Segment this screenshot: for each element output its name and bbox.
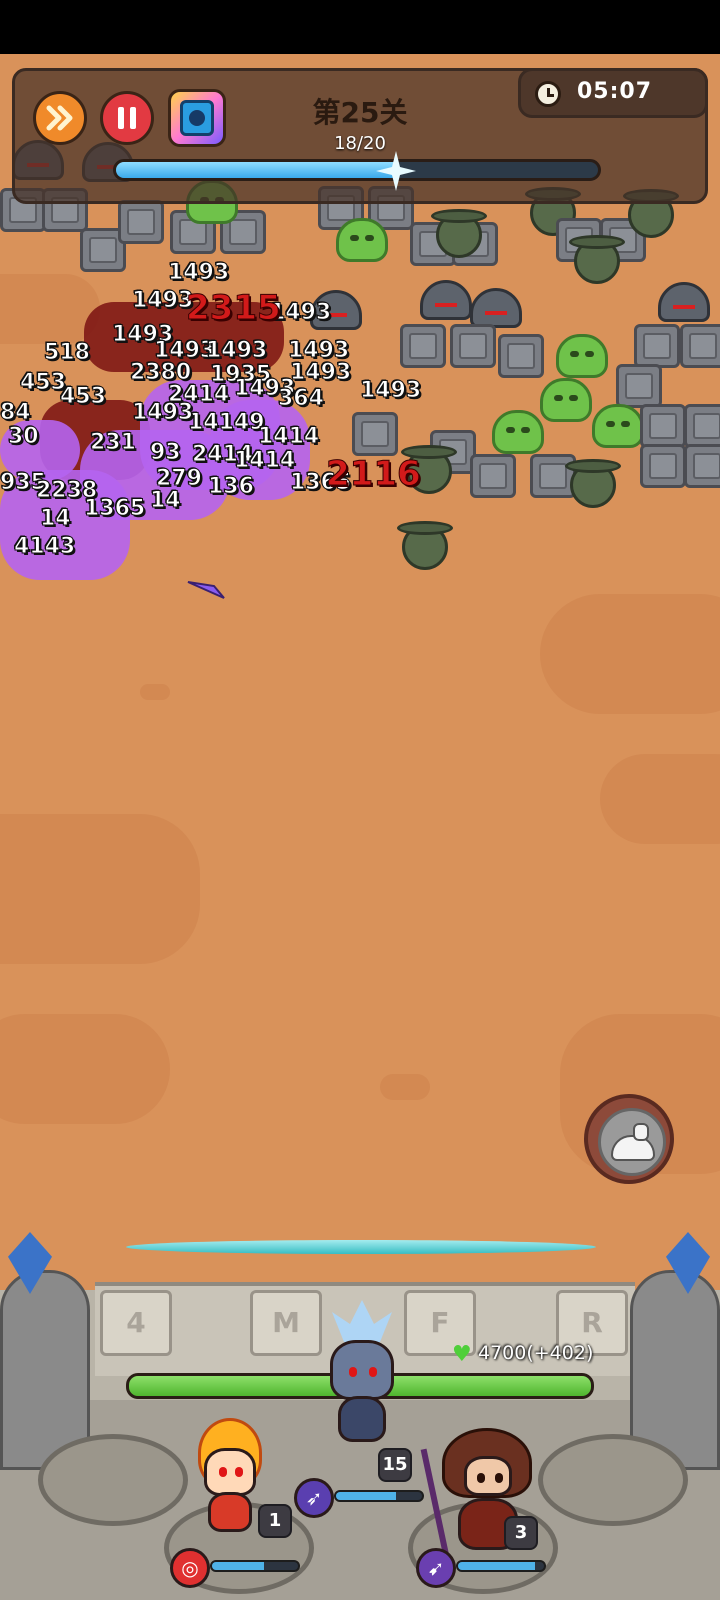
arrow-volley-skill-icon[interactable]: ➶ (294, 1478, 334, 1518)
green-slime-enemy (556, 334, 608, 378)
green-witch-enemy (431, 209, 487, 258)
hero-energy-fill (336, 1492, 397, 1500)
hero-pedestal (38, 1434, 188, 1526)
green-witch-enemy (397, 521, 453, 570)
arrow-skill-icon[interactable]: ➹ (416, 1548, 456, 1588)
arrow-projectile (187, 581, 225, 599)
stone-golem-enemy (634, 324, 680, 368)
green-slime-enemy (540, 378, 592, 422)
damage-number: 14 (40, 506, 72, 532)
damage-number: 1493 (131, 288, 194, 314)
damage-number: 1493 (289, 360, 352, 386)
stone-golem-enemy (640, 404, 686, 448)
hero-face (464, 1456, 512, 1496)
damage-number: 518 (44, 340, 91, 366)
stone-golem-enemy (530, 454, 576, 498)
roast-chicken-button[interactable] (584, 1094, 674, 1184)
green-slime-enemy (492, 410, 544, 454)
damage-number: 4143 (13, 534, 76, 560)
dark-elf-archer-hero[interactable] (312, 1300, 412, 1450)
pause-button[interactable] (100, 91, 154, 145)
wall-hp-text: 4700(+402) (478, 1342, 594, 1364)
ground-patch (600, 754, 720, 844)
damage-number: 136 (208, 474, 255, 500)
heart-icon: ♥ (452, 1342, 472, 1367)
ground-patch (540, 594, 720, 714)
fast-forward-icon (46, 105, 73, 131)
stone-golem-enemy (352, 412, 398, 456)
damage-number: 14 (150, 488, 182, 514)
energy-shield (126, 1240, 596, 1254)
ground-patch (140, 684, 170, 700)
stone-golem-enemy (118, 200, 164, 244)
hero-level-badge: 3 (504, 1516, 538, 1550)
damage-number: 93 (150, 440, 182, 466)
hero-level-badge: 15 (378, 1448, 412, 1482)
ground-patch (0, 1014, 170, 1124)
stone-golem-enemy (616, 364, 662, 408)
damage-number: 364 (278, 386, 325, 412)
damage-number: 30 (8, 424, 40, 450)
wave-progress-bar (113, 159, 601, 181)
damage-number: 1493 (167, 260, 230, 286)
damage-number: 231 (90, 430, 137, 456)
hero-torso (338, 1396, 386, 1442)
green-witch-enemy (569, 235, 625, 284)
hero-level-badge: 1 (258, 1504, 292, 1538)
green-witch-enemy (565, 459, 621, 508)
hero-energy-fill (212, 1562, 264, 1570)
ground-patch (0, 814, 200, 964)
damage-number: 1365 (83, 496, 146, 522)
roast-chicken-icon (598, 1108, 666, 1176)
critical-damage-number: 2116 (326, 454, 422, 495)
wave-progress-fill (116, 162, 396, 178)
progress-sparkle-icon (376, 151, 417, 191)
hero-energy-fill (458, 1562, 536, 1570)
stone-golem-enemy (400, 324, 446, 368)
stone-golem-enemy (450, 324, 496, 368)
stone-golem-enemy (684, 444, 720, 488)
timer-text: 05:07 (577, 79, 653, 104)
hero-pedestal (538, 1434, 688, 1526)
stone-golem-enemy (640, 444, 686, 488)
target-skill-icon[interactable]: ◎ (170, 1548, 210, 1588)
stone-golem-enemy (684, 404, 720, 448)
stone-golem-enemy (498, 334, 544, 378)
stone-golem-enemy (470, 454, 516, 498)
status-bar (0, 0, 720, 54)
fast-forward-button[interactable] (33, 91, 87, 145)
wall-rune-slab: 4 (100, 1290, 172, 1356)
hero-energy-bar (210, 1560, 300, 1572)
damage-number: 1414 (233, 448, 296, 474)
damage-number: 84 (0, 400, 31, 426)
critical-damage-number: 2315 (186, 288, 282, 329)
hero-skill-card-button[interactable] (168, 89, 226, 147)
green-slime-enemy (592, 404, 644, 448)
damage-number: 1493 (359, 378, 422, 404)
clock-icon (535, 81, 561, 107)
stage-title: 第25关 (312, 96, 408, 129)
damage-number: 1414 (257, 424, 320, 450)
hero-skill-card-icon (180, 100, 214, 136)
hero-energy-bar (456, 1560, 546, 1572)
ground-patch (380, 1074, 430, 1100)
damage-number: 453 (60, 384, 107, 410)
match-timer: 05:07 (518, 68, 708, 118)
damage-number: 1493 (131, 400, 194, 426)
hero-energy-bar (334, 1490, 424, 1502)
hero-face (204, 1448, 256, 1496)
stone-golem-enemy (680, 324, 720, 368)
pause-icon (118, 107, 136, 129)
hero-face (330, 1340, 394, 1400)
damage-number: 14149 (188, 410, 266, 436)
green-slime-enemy (336, 218, 388, 262)
damage-number: 1493 (205, 338, 268, 364)
hero-torso (208, 1492, 252, 1532)
